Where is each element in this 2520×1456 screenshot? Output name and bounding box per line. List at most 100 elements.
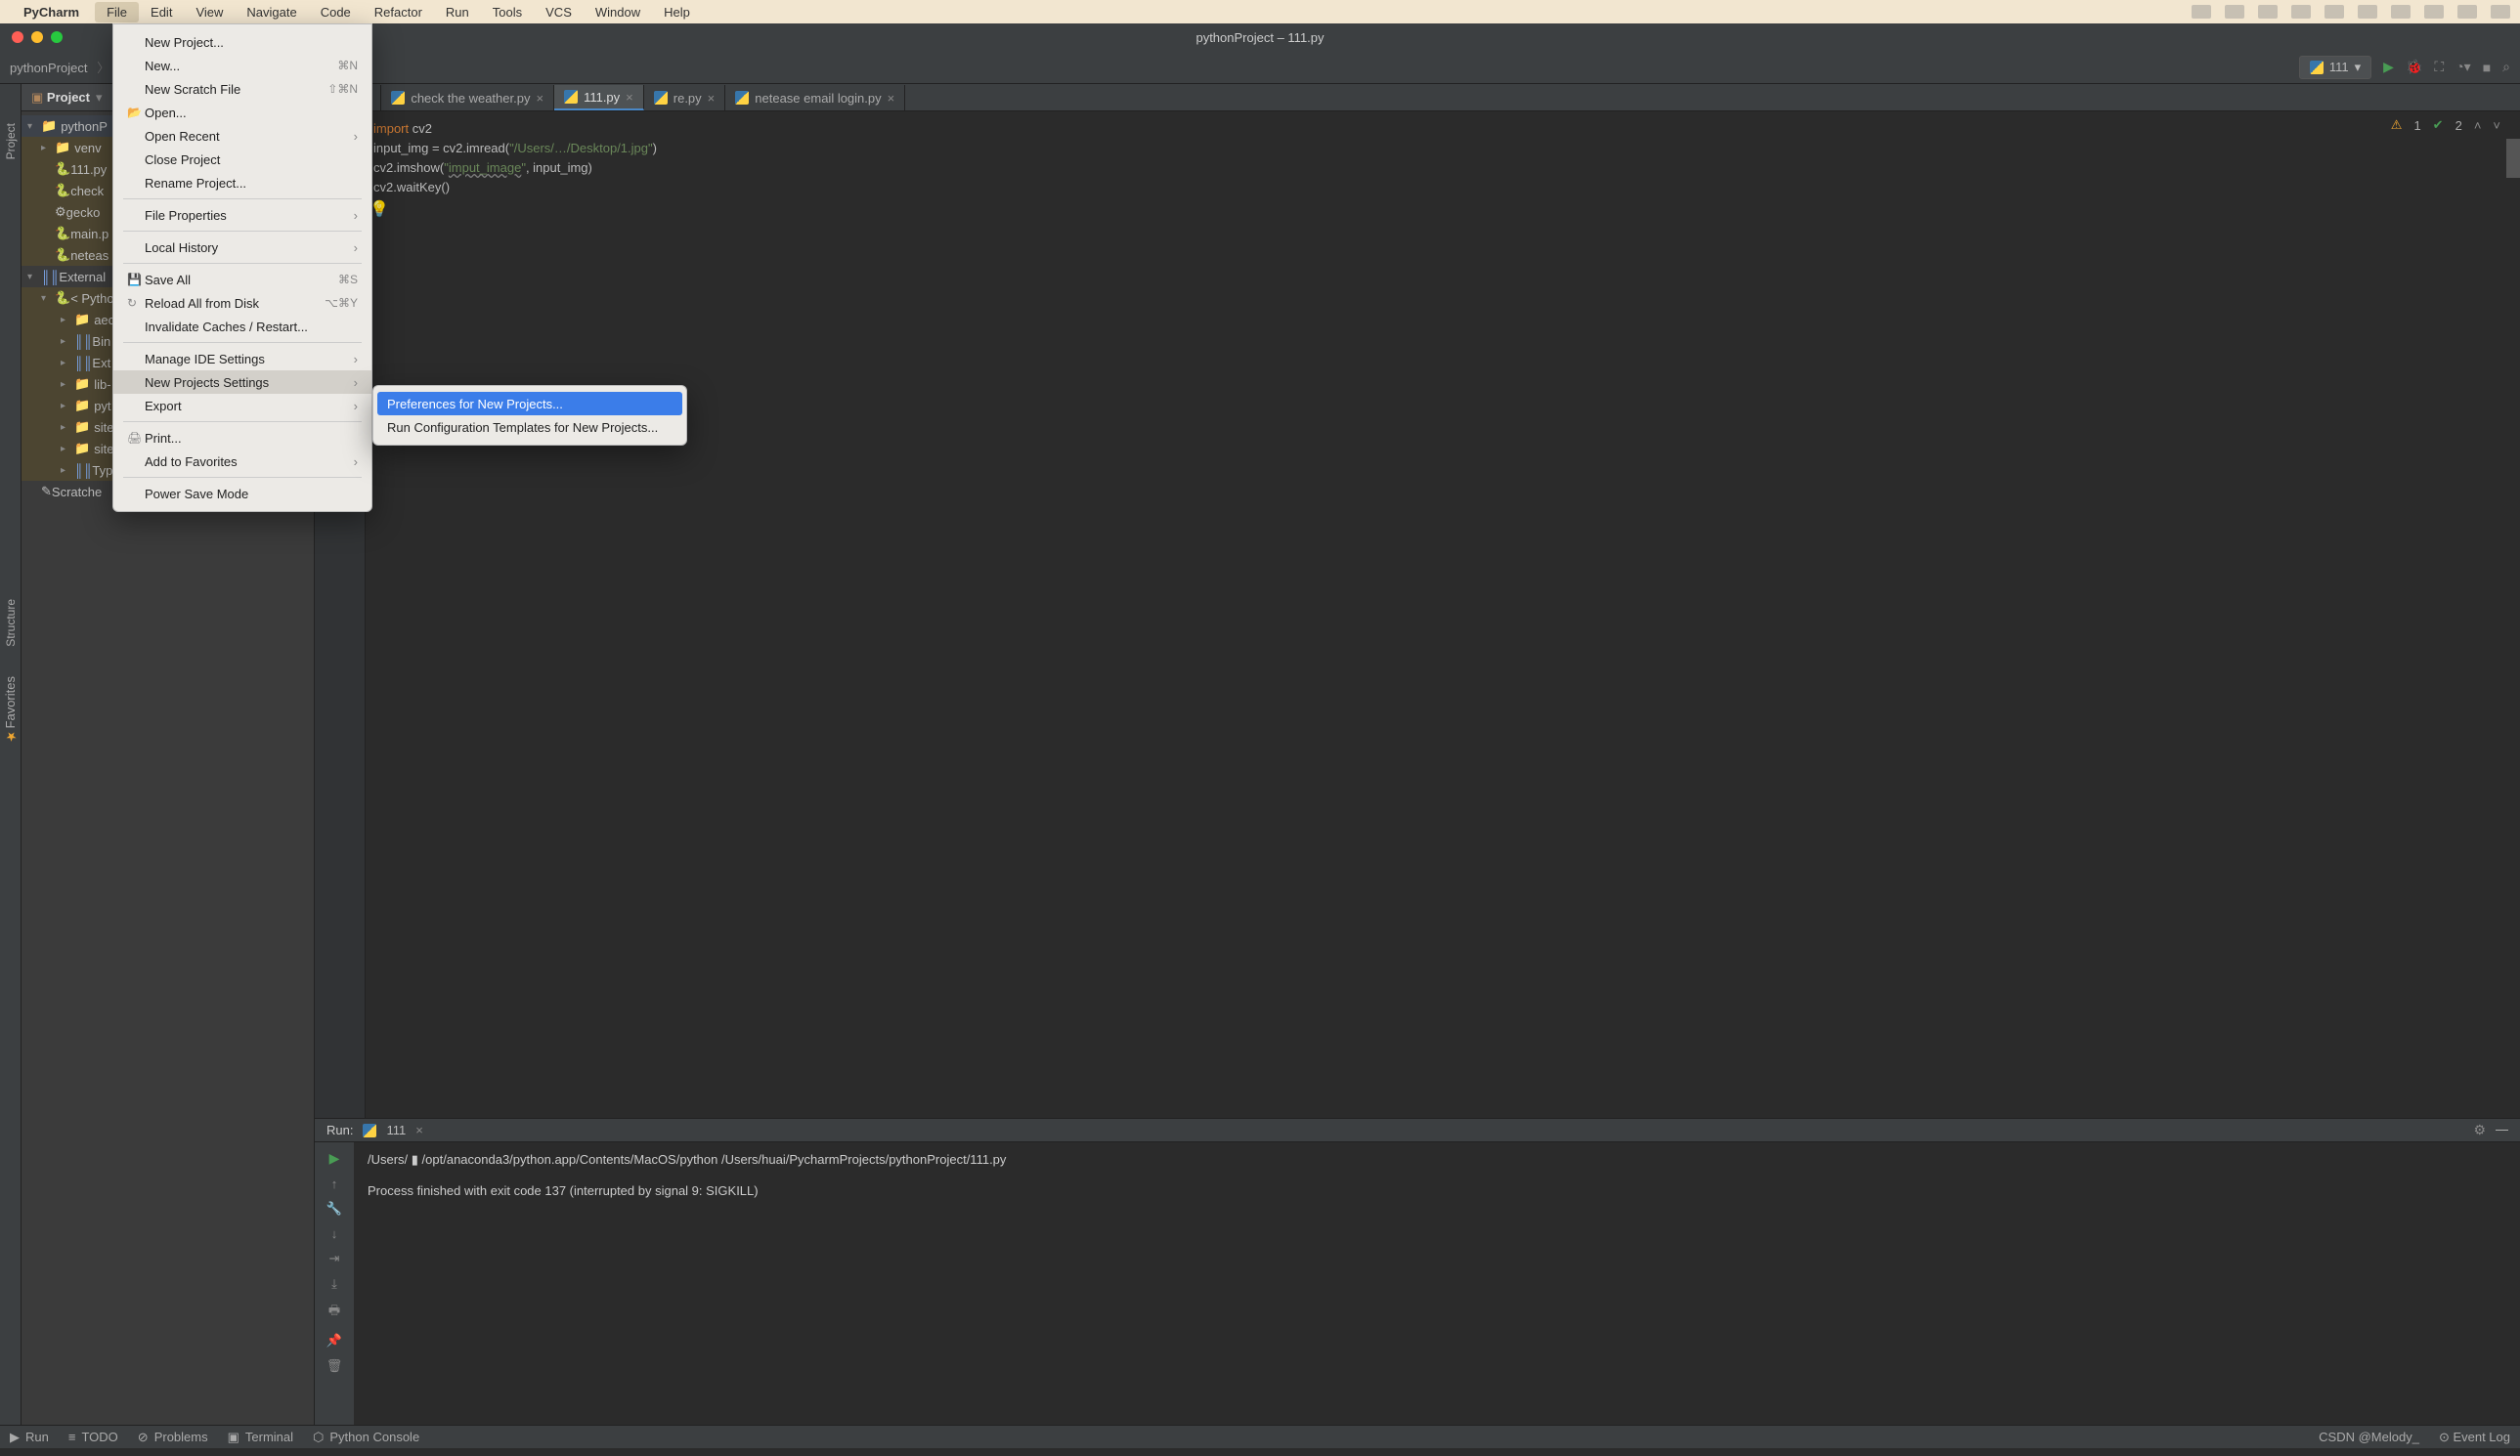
- python-file-icon: [654, 91, 668, 105]
- tool-icon[interactable]: 🔧: [326, 1201, 342, 1217]
- submenu-item[interactable]: Preferences for New Projects...: [377, 392, 682, 415]
- chevron-down-icon[interactable]: ▾: [96, 90, 103, 106]
- menu-refactor[interactable]: Refactor: [363, 2, 434, 22]
- mac-status-icons: [2192, 5, 2510, 19]
- file-menu-item[interactable]: Manage IDE Settings›: [113, 347, 371, 370]
- file-menu-item[interactable]: Close Project: [113, 148, 371, 171]
- navigation-toolbar: pythonProject 〉 111.py 111 ▾ ▶ 🐞 ⛶ ◔▾ ■ …: [0, 51, 2520, 84]
- file-menu-item[interactable]: Rename Project...: [113, 171, 371, 194]
- menu-view[interactable]: View: [184, 2, 235, 22]
- project-tool-title: Project: [47, 90, 90, 105]
- file-menu-item[interactable]: 🖨Print...: [113, 426, 371, 450]
- zoom-window-button[interactable]: [51, 31, 63, 43]
- project-stripe-button[interactable]: Project: [4, 123, 18, 159]
- close-tab-icon[interactable]: ×: [888, 91, 895, 106]
- print-button[interactable]: 🖶: [328, 1302, 340, 1323]
- menu-tools[interactable]: Tools: [481, 2, 534, 22]
- play-icon: ▶: [10, 1430, 20, 1445]
- file-menu-item[interactable]: ↻Reload All from Disk⌥⌘Y: [113, 291, 371, 315]
- event-log-button[interactable]: ⊙ Event Log: [2439, 1430, 2510, 1445]
- list-icon: ≡: [68, 1430, 76, 1444]
- python-console-icon: ⬡: [313, 1430, 324, 1445]
- profile-button[interactable]: ◔▾: [2455, 59, 2470, 75]
- prev-highlight-button[interactable]: ˄: [2474, 118, 2482, 133]
- python-file-icon: [564, 90, 578, 104]
- breadcrumb-project[interactable]: pythonProject: [10, 61, 88, 75]
- rerun-button[interactable]: ▶: [329, 1150, 340, 1167]
- trash-button[interactable]: 🗑: [326, 1358, 343, 1374]
- editor-tab[interactable]: 111.py×: [554, 85, 644, 110]
- submenu-item[interactable]: Run Configuration Templates for New Proj…: [373, 415, 686, 439]
- gear-icon[interactable]: ⚙: [2473, 1122, 2486, 1138]
- next-highlight-button[interactable]: ˅: [2493, 118, 2500, 133]
- soft-wrap-button[interactable]: ⇥: [329, 1251, 340, 1266]
- folder-icon: ▣: [31, 90, 43, 106]
- menu-edit[interactable]: Edit: [139, 2, 184, 22]
- menu-file[interactable]: File: [95, 2, 139, 22]
- up-button[interactable]: ↑: [331, 1177, 338, 1191]
- scrollbar-marker[interactable]: [2506, 139, 2520, 178]
- close-tab-icon[interactable]: ×: [536, 91, 543, 106]
- tool-terminal-tab[interactable]: ▣Terminal: [228, 1430, 293, 1445]
- run-console-output[interactable]: /Users/ ▮ /opt/anaconda3/python.app/Cont…: [354, 1142, 2520, 1425]
- close-tab-icon[interactable]: ×: [708, 91, 716, 106]
- coverage-button[interactable]: ⛶: [2434, 59, 2444, 75]
- menu-run[interactable]: Run: [434, 2, 481, 22]
- file-menu-item[interactable]: Open Recent›: [113, 124, 371, 148]
- inspection-widget[interactable]: ⚠1 ✔2 ˄ ˅: [2391, 117, 2500, 133]
- file-menu-item[interactable]: New...⌘N: [113, 54, 371, 77]
- file-menu-item[interactable]: 💾Save All⌘S: [113, 268, 371, 291]
- minimize-window-button[interactable]: [31, 31, 43, 43]
- structure-stripe-button[interactable]: Structure: [4, 599, 18, 647]
- new-projects-settings-submenu: Preferences for New Projects...Run Confi…: [372, 385, 687, 446]
- window-titlebar: pythonProject – 111.py: [0, 23, 2520, 51]
- file-menu-item[interactable]: Add to Favorites›: [113, 450, 371, 473]
- tool-run-tab[interactable]: ▶Run: [10, 1430, 49, 1445]
- down-button[interactable]: ↓: [331, 1226, 338, 1241]
- terminal-icon: ▣: [228, 1430, 239, 1445]
- problems-icon: ⊘: [138, 1430, 149, 1445]
- favorites-stripe-button[interactable]: ★Favorites: [3, 676, 18, 743]
- close-tab-icon[interactable]: ×: [415, 1123, 423, 1137]
- file-menu-item[interactable]: New Projects Settings›: [113, 370, 371, 394]
- search-everywhere-button[interactable]: ⌕: [2502, 59, 2510, 75]
- run-button[interactable]: ▶: [2383, 59, 2394, 75]
- file-menu-item[interactable]: 📂Open...: [113, 101, 371, 124]
- editor-tab[interactable]: check the weather.py×: [381, 85, 554, 110]
- close-window-button[interactable]: [12, 31, 23, 43]
- close-tab-icon[interactable]: ×: [626, 90, 633, 105]
- tool-problems-tab[interactable]: ⊘Problems: [138, 1430, 208, 1445]
- check-icon: ✔: [2433, 117, 2444, 133]
- file-menu-item[interactable]: Power Save Mode: [113, 482, 371, 505]
- run-config-selector[interactable]: 111 ▾: [2299, 56, 2371, 79]
- stop-button[interactable]: ■: [2483, 60, 2491, 75]
- bottom-tool-stripe: ▶Run ≡TODO ⊘Problems ▣Terminal ⬡Python C…: [0, 1425, 2520, 1448]
- run-tool-window: ▶ ↑ 🔧 ↓ ⇥ ⤓ 🖶 📌 🗑 /Users/ ▮ /opt/anacond…: [315, 1141, 2520, 1425]
- code-content[interactable]: import cv2 input_img = cv2.imread("/User…: [373, 119, 2520, 197]
- file-menu-item[interactable]: Local History›: [113, 236, 371, 259]
- file-menu-item[interactable]: New Scratch File⇧⌘N: [113, 77, 371, 101]
- code-editor[interactable]: import cv2 input_img = cv2.imread("/User…: [315, 111, 2520, 1118]
- run-config-name: 111: [2329, 60, 2349, 74]
- menu-help[interactable]: Help: [652, 2, 702, 22]
- file-menu-item[interactable]: New Project...: [113, 30, 371, 54]
- window-controls: [0, 31, 63, 43]
- scroll-to-end-button[interactable]: ⤓: [331, 1276, 337, 1292]
- tool-python-console-tab[interactable]: ⬡Python Console: [313, 1430, 419, 1445]
- editor-tabs: py×check the weather.py×111.py×re.py×net…: [315, 84, 2520, 111]
- editor-tab[interactable]: netease email login.py×: [725, 85, 905, 110]
- pin-button[interactable]: 📌: [326, 1333, 342, 1349]
- debug-button[interactable]: 🐞: [2406, 59, 2422, 75]
- mac-app-name[interactable]: PyCharm: [23, 5, 79, 20]
- menu-window[interactable]: Window: [584, 2, 652, 22]
- mac-menubar: PyCharm File Edit View Navigate Code Ref…: [0, 0, 2520, 23]
- file-menu-item[interactable]: Invalidate Caches / Restart...: [113, 315, 371, 338]
- menu-navigate[interactable]: Navigate: [235, 2, 308, 22]
- file-menu-item[interactable]: Export›: [113, 394, 371, 417]
- menu-code[interactable]: Code: [309, 2, 363, 22]
- menu-vcs[interactable]: VCS: [534, 2, 584, 22]
- file-menu-item[interactable]: File Properties›: [113, 203, 371, 227]
- editor-tab[interactable]: re.py×: [644, 85, 726, 110]
- tool-todo-tab[interactable]: ≡TODO: [68, 1430, 118, 1444]
- hide-tool-button[interactable]: —: [2496, 1122, 2508, 1138]
